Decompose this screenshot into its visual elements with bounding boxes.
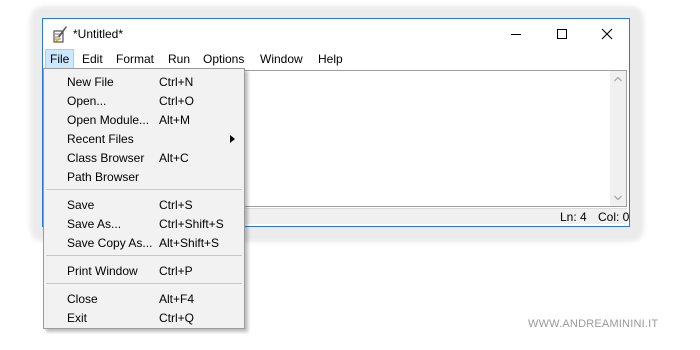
- menu-item-label: Save Copy As...: [67, 236, 153, 250]
- menu-item-label: Path Browser: [67, 170, 140, 184]
- menu-separator: [46, 255, 242, 256]
- menu-item-shortcut: Ctrl+N: [159, 75, 194, 89]
- maximize-icon: [557, 29, 567, 39]
- idle-feather-icon: [51, 25, 69, 43]
- menu-item-label: Print Window: [67, 264, 138, 278]
- menu-item-shortcut: Ctrl+P: [159, 264, 193, 278]
- menu-item-shortcut: Alt+M: [159, 113, 191, 127]
- menu-separator: [46, 189, 242, 190]
- menu-item-shortcut: Ctrl+Shift+S: [159, 217, 224, 231]
- menu-item-open-module[interactable]: Open Module... Alt+M: [44, 110, 244, 129]
- menu-item-save[interactable]: Save Ctrl+S: [44, 195, 244, 214]
- close-button[interactable]: [584, 19, 630, 48]
- menu-item-shortcut: Alt+F4: [159, 292, 195, 306]
- menu-options[interactable]: Options: [199, 49, 248, 69]
- chevron-up-icon: [614, 76, 622, 82]
- menu-item-close[interactable]: Close Alt+F4: [44, 289, 244, 308]
- menu-item-path-browser[interactable]: Path Browser: [44, 167, 244, 186]
- close-icon: [601, 28, 613, 40]
- menu-edit[interactable]: Edit: [78, 49, 107, 69]
- status-line-number: Ln: 4: [560, 210, 587, 224]
- scroll-up-button[interactable]: [610, 71, 626, 87]
- menu-window[interactable]: Window: [256, 49, 307, 69]
- menu-item-label: Close: [67, 292, 98, 306]
- menu-item-label: Open...: [67, 94, 107, 108]
- menu-item-label: Save: [67, 198, 95, 212]
- minimize-icon: [511, 34, 521, 35]
- title-bar[interactable]: *Untitled*: [43, 19, 629, 48]
- menu-item-label: Save As...: [67, 217, 122, 231]
- menu-item-label: Open Module...: [67, 113, 150, 127]
- menu-item-shortcut: Ctrl+O: [159, 94, 195, 108]
- chevron-down-icon: [614, 195, 622, 201]
- status-column-number: Col: 0: [598, 210, 630, 224]
- menu-item-label: Class Browser: [67, 151, 145, 165]
- menu-file[interactable]: File: [45, 49, 75, 69]
- menu-item-print-window[interactable]: Print Window Ctrl+P: [44, 261, 244, 280]
- menu-item-class-browser[interactable]: Class Browser Alt+C: [44, 148, 244, 167]
- menu-item-new-file[interactable]: New File Ctrl+N: [44, 72, 244, 91]
- menu-bar: File Edit Format Run Options Window Help: [43, 49, 629, 69]
- menu-item-label: Recent Files: [67, 132, 134, 146]
- menu-item-exit[interactable]: Exit Ctrl+Q: [44, 308, 244, 327]
- menu-item-shortcut: Alt+Shift+S: [159, 236, 220, 250]
- minimize-button[interactable]: [493, 19, 539, 48]
- window-title: *Untitled*: [73, 27, 124, 41]
- menu-item-shortcut: Ctrl+Q: [159, 311, 195, 325]
- menu-help[interactable]: Help: [314, 49, 347, 69]
- menu-item-recent-files[interactable]: Recent Files: [44, 129, 244, 148]
- menu-item-save-copy-as[interactable]: Save Copy As... Alt+Shift+S: [44, 233, 244, 252]
- file-menu-dropdown: New File Ctrl+N Open... Ctrl+O Open Modu…: [43, 68, 245, 329]
- submenu-arrow-icon: [230, 135, 235, 143]
- site-watermark: WWW.ANDREAMININI.IT: [528, 318, 659, 330]
- menu-separator: [46, 283, 242, 284]
- vertical-scrollbar[interactable]: [610, 71, 626, 206]
- menu-item-label: New File: [67, 75, 114, 89]
- scroll-down-button[interactable]: [610, 190, 626, 206]
- menu-item-open[interactable]: Open... Ctrl+O: [44, 91, 244, 110]
- menu-item-label: Exit: [67, 311, 88, 325]
- maximize-button[interactable]: [539, 19, 585, 48]
- menu-format[interactable]: Format: [112, 49, 158, 69]
- menu-item-shortcut: Ctrl+S: [159, 198, 193, 212]
- menu-item-shortcut: Alt+C: [159, 151, 189, 165]
- menu-run[interactable]: Run: [164, 49, 194, 69]
- menu-item-save-as[interactable]: Save As... Ctrl+Shift+S: [44, 214, 244, 233]
